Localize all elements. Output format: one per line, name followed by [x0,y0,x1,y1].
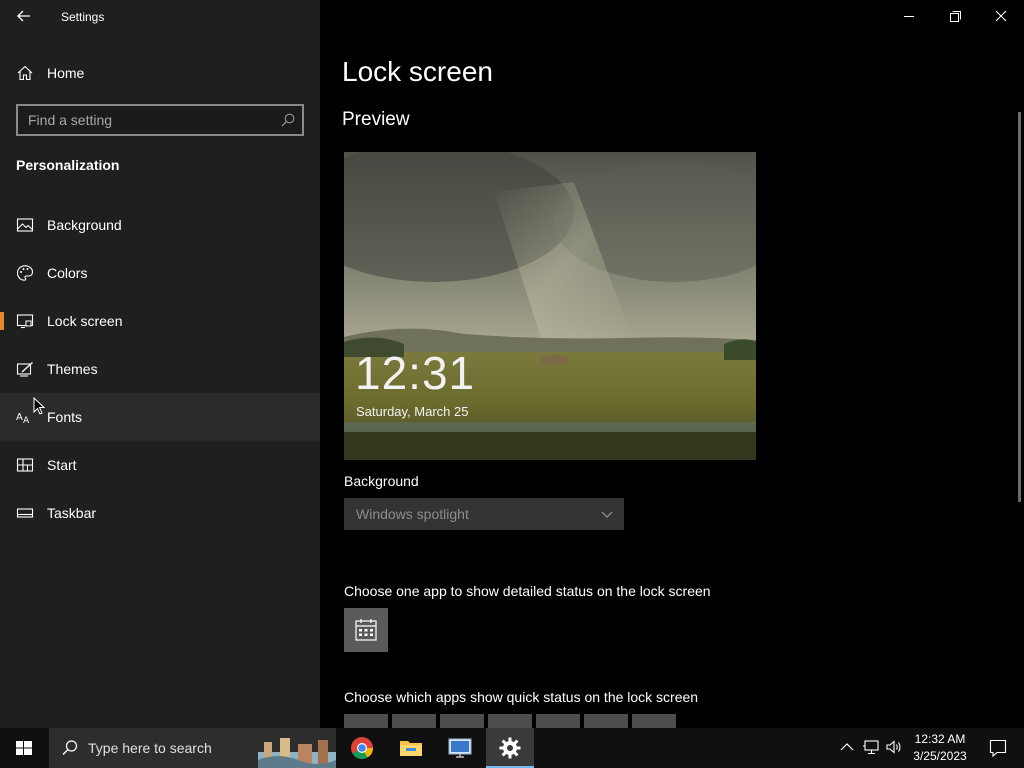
minimize-icon [904,16,914,17]
picture-icon [16,218,34,232]
quick-status-app-button[interactable] [344,714,388,728]
sidebar-item-themes[interactable]: Themes [0,345,320,393]
page-title: Lock screen [342,56,493,87]
windows-logo-icon [16,741,32,755]
taskbar-search-placeholder: Type here to search [88,740,212,756]
file-explorer-icon [400,741,422,756]
preview-heading: Preview [342,109,410,130]
preview-clock: 12:31 [355,347,476,399]
palette-icon [16,265,34,281]
start-button[interactable] [0,728,48,768]
nav-home-label: Home [47,65,85,81]
sidebar-item-label: Themes [47,361,98,377]
quick-status-app-button[interactable] [632,714,676,728]
restore-icon [950,11,961,22]
close-button[interactable] [978,0,1024,32]
back-button[interactable] [12,4,36,28]
find-setting-search[interactable] [16,104,304,136]
minimize-button[interactable] [886,0,932,32]
sidebar-item-label: Lock screen [47,313,123,329]
taskbar: Type here to search 12:32 AM 3/25/2023 [0,728,1024,768]
lock-screen-preview: 12:31 Saturday, March 25 [344,152,756,460]
taskbar-date: 3/25/2023 [913,749,967,763]
search-icon [62,740,78,755]
quick-status-app-button[interactable] [440,714,484,728]
back-arrow-icon [17,10,30,22]
taskbar-clock[interactable]: 12:32 AM 3/25/2023 [905,731,975,765]
remote-desktop-icon [448,738,472,758]
nav-home[interactable]: Home [0,58,320,88]
taskbar-settings[interactable] [486,728,534,768]
sidebar-item-label: Fonts [47,409,83,425]
lock-screen-icon [16,314,34,329]
show-hidden-icons-chevron-up-icon[interactable] [838,738,856,756]
search-highlight-illustration-icon [258,738,336,768]
sidebar-item-label: Start [47,457,77,473]
taskbar-file-explorer[interactable] [387,728,435,768]
quick-status-label: Choose which apps show quick status on t… [344,689,699,705]
network-icon[interactable] [862,738,880,756]
quick-status-app-button[interactable] [488,714,532,728]
sidebar-item-colors[interactable]: Colors [0,249,320,297]
start-icon [16,458,34,472]
calendar-icon [355,619,377,641]
taskbar-chrome[interactable] [338,728,386,768]
chevron-down-icon [601,511,613,518]
section-title: Personalization [16,157,120,173]
taskbar-search-box[interactable]: Type here to search [49,728,336,768]
find-setting-input[interactable] [18,106,268,134]
sidebar-item-background[interactable]: Background [0,201,320,249]
fonts-icon: A A [16,412,30,426]
notification-icon [989,739,1007,758]
taskbar-icon [16,508,34,518]
svg-text:A: A [23,416,30,426]
svg-text:A: A [16,412,23,423]
quick-status-app-button[interactable] [392,714,436,728]
window-title: Settings [61,10,105,24]
themes-icon [16,362,33,377]
sidebar-item-start[interactable]: Start [0,441,320,489]
content-scrollbar[interactable] [1018,112,1021,502]
home-icon [17,65,33,81]
sidebar-item-lock-screen[interactable]: Lock screen [0,297,320,345]
detailed-status-app-button[interactable] [344,608,388,652]
sidebar-item-label: Background [47,217,122,233]
taskbar-time: 12:32 AM [914,732,966,746]
preview-date: Saturday, March 25 [356,404,469,419]
sidebar-item-label: Colors [47,265,88,281]
quick-status-app-button[interactable] [536,714,580,728]
volume-icon[interactable] [885,738,903,756]
background-dropdown-value: Windows spotlight [356,506,469,522]
sidebar-item-fonts[interactable]: A A Fonts [0,393,320,441]
restore-button[interactable] [932,0,978,32]
detailed-status-label: Choose one app to show detailed status o… [344,583,711,599]
mouse-cursor-icon [33,397,45,415]
background-dropdown[interactable]: Windows spotlight [344,498,624,530]
quick-status-app-button[interactable] [584,714,628,728]
close-icon [995,10,1007,22]
background-label: Background [344,473,419,489]
action-center-button[interactable] [978,728,1018,768]
taskbar-remote-desktop[interactable] [436,728,484,768]
sidebar-item-label: Taskbar [47,505,97,521]
search-icon[interactable] [280,112,296,128]
chrome-icon [351,737,373,759]
sidebar-item-taskbar[interactable]: Taskbar [0,489,320,537]
selection-indicator [0,312,4,330]
settings-sidebar: Settings Home Personalization Background… [0,0,320,728]
settings-icon [499,737,521,759]
